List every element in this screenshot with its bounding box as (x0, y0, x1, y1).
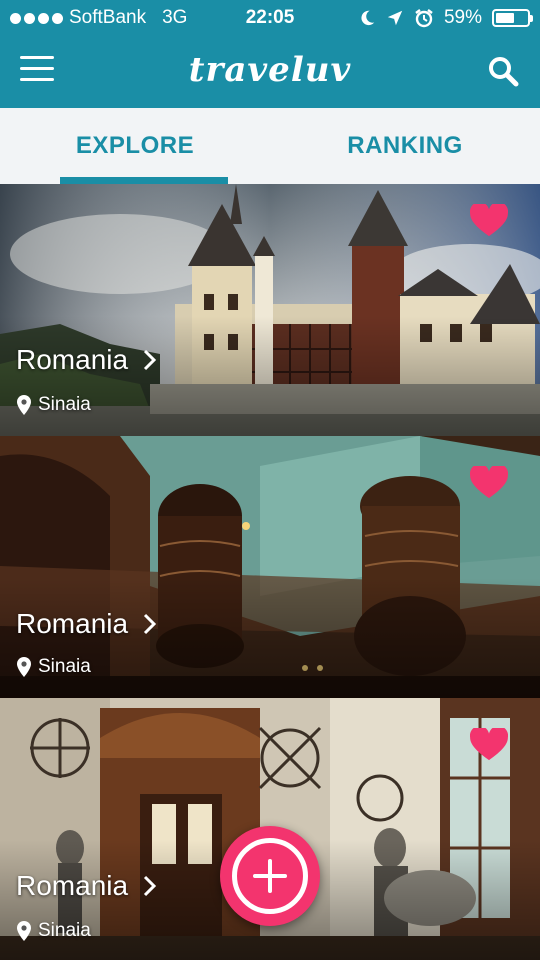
card-location: Sinaia (16, 920, 91, 942)
tab-bar: EXPLORE RANKING (0, 108, 540, 184)
network-type: 3G (162, 7, 188, 28)
card-city: Sinaia (38, 920, 91, 941)
chevron-right-icon (144, 349, 157, 371)
card-city: Sinaia (38, 656, 91, 677)
card-country: Romania (16, 344, 129, 375)
card-country-link[interactable]: Romania (16, 870, 158, 902)
status-bar: SoftBank 3G 22:05 59% (0, 0, 540, 36)
plus-icon (232, 838, 308, 914)
map-pin-icon (17, 921, 31, 941)
card-country: Romania (16, 870, 129, 901)
moon-icon (361, 10, 375, 26)
search-icon[interactable] (486, 54, 520, 88)
card-shade (0, 316, 540, 436)
map-pin-icon (17, 657, 31, 677)
chevron-right-icon (144, 875, 157, 897)
battery-icon (492, 9, 533, 27)
card-location: Sinaia (16, 394, 91, 416)
card-country: Romania (16, 608, 129, 639)
card-location: Sinaia (16, 656, 91, 678)
location-arrow-icon (387, 10, 403, 26)
app-title: traveluv (188, 50, 352, 90)
add-post-button[interactable] (220, 826, 320, 926)
signal-strength-icon (10, 12, 63, 24)
tab-ranking[interactable]: RANKING (270, 108, 540, 184)
battery-percent: 59% (443, 7, 482, 28)
heart-icon[interactable] (470, 728, 508, 762)
carrier-name: SoftBank (69, 7, 147, 28)
chevron-right-icon (144, 613, 157, 635)
card-country-link[interactable]: Romania (16, 608, 158, 640)
feed-card[interactable]: Romania Sinaia (0, 184, 540, 436)
feed-card[interactable]: Romania Sinaia (0, 436, 540, 698)
card-country-link[interactable]: Romania (16, 344, 158, 376)
menu-icon[interactable] (20, 56, 54, 86)
heart-icon[interactable] (470, 204, 508, 238)
alarm-clock-icon (415, 9, 433, 28)
card-city: Sinaia (38, 394, 91, 415)
heart-icon[interactable] (470, 466, 508, 500)
map-pin-icon (17, 395, 31, 415)
app-header: traveluv (0, 36, 540, 108)
tab-explore[interactable]: EXPLORE (0, 108, 270, 184)
